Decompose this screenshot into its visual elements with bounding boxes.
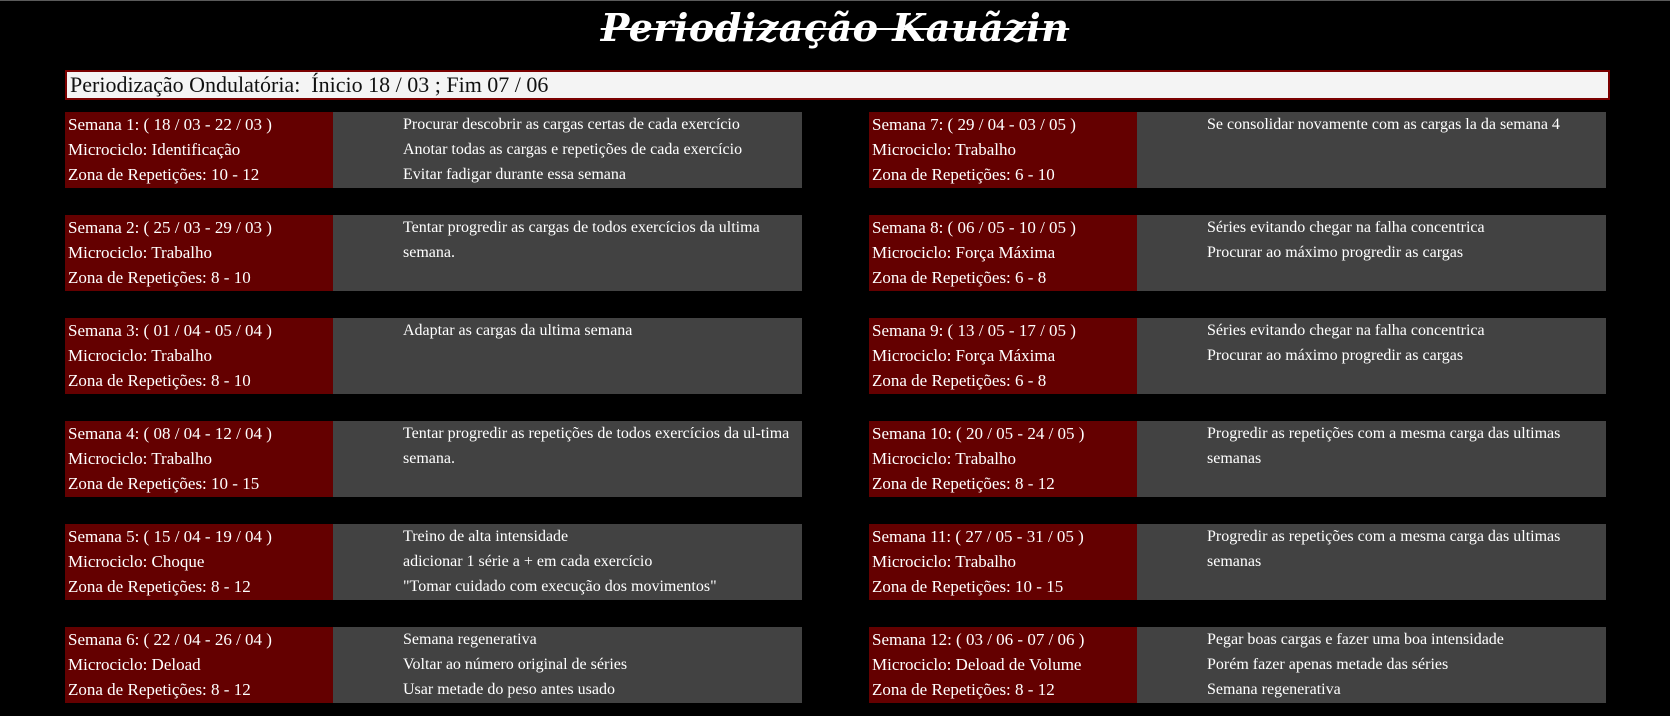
week-info: Semana 1: ( 18 / 03 - 22 / 03 ) Microcicl… [65, 112, 333, 188]
week-microcycle: Microciclo: Trabalho [68, 243, 213, 262]
week-notes: Semana regenerativa Voltar ao número orig… [333, 627, 802, 703]
top-border [0, 0, 1670, 1]
week-rep-zone: Zona de Repetições: 8 - 10 [68, 268, 251, 287]
week-notes: Treino de alta intensidade adicionar 1 sé… [333, 524, 802, 600]
week-info: Semana 7: ( 29 / 04 - 03 / 05 ) Microcicl… [869, 112, 1137, 188]
week-note: Voltar ao número original de séries [403, 656, 628, 673]
week-card-2: Semana 2: ( 25 / 03 - 29 / 03 ) Microcicl… [65, 215, 802, 291]
week-note: Usar metade do peso antes usado [403, 681, 615, 698]
week-microcycle: Microciclo: Trabalho [68, 346, 213, 365]
week-label: Semana 3: ( 01 / 04 - 05 / 04 ) [68, 321, 272, 340]
week-card-8: Semana 8: ( 06 / 05 - 10 / 05 ) Microcicl… [869, 215, 1606, 291]
week-info: Semana 12: ( 03 / 06 - 07 / 06 ) Microcic… [869, 627, 1137, 703]
week-label: Semana 1: ( 18 / 03 - 22 / 03 ) [68, 115, 272, 134]
week-card-7: Semana 7: ( 29 / 04 - 03 / 05 ) Microcicl… [869, 112, 1606, 188]
week-note: Procurar descobrir as cargas certas de c… [403, 116, 740, 133]
week-label: Semana 10: ( 20 / 05 - 24 / 05 ) [872, 424, 1085, 443]
week-card-3: Semana 3: ( 01 / 04 - 05 / 04 ) Microcicl… [65, 318, 802, 394]
week-rep-zone: Zona de Repetições: 8 - 10 [68, 371, 251, 390]
week-card-4: Semana 4: ( 08 / 04 - 12 / 04 ) Microcicl… [65, 421, 802, 497]
week-rep-zone: Zona de Repetições: 6 - 10 [872, 165, 1055, 184]
periodization-summary: Periodização Ondulatória: Ínicio 18 / 03… [65, 70, 1610, 100]
week-note: "Tomar cuidado com execução dos moviment… [403, 578, 717, 595]
week-info: Semana 6: ( 22 / 04 - 26 / 04 ) Microcicl… [65, 627, 333, 703]
week-notes: Procurar descobrir as cargas certas de c… [333, 112, 802, 188]
week-note: Evitar fadigar durante essa semana [403, 166, 627, 183]
week-notes: Pegar boas cargas e fazer uma boa intens… [1137, 627, 1606, 703]
week-info: Semana 11: ( 27 / 05 - 31 / 05 ) Microcic… [869, 524, 1137, 600]
week-card-1: Semana 1: ( 18 / 03 - 22 / 03 ) Microcicl… [65, 112, 802, 188]
week-notes: Tentar progredir as cargas de todos exer… [333, 215, 802, 291]
week-note: Semana regenerativa [403, 631, 537, 648]
week-rep-zone: Zona de Repetições: 8 - 12 [68, 577, 251, 596]
week-microcycle: Microciclo: Trabalho [872, 449, 1017, 468]
week-notes: Séries evitando chegar na falha concentr… [1137, 215, 1606, 291]
week-label: Semana 12: ( 03 / 06 - 07 / 06 ) [872, 630, 1085, 649]
week-note: Porém fazer apenas metade das séries [1207, 656, 1449, 673]
week-label: Semana 7: ( 29 / 04 - 03 / 05 ) [872, 115, 1076, 134]
week-card-5: Semana 5: ( 15 / 04 - 19 / 04 ) Microcicl… [65, 524, 802, 600]
week-microcycle: Microciclo: Deload de Volume [872, 655, 1082, 674]
week-rep-zone: Zona de Repetições: 8 - 12 [872, 474, 1055, 493]
week-microcycle: Microciclo: Trabalho [872, 552, 1017, 571]
week-rep-zone: Zona de Repetições: 8 - 12 [68, 680, 251, 699]
week-label: Semana 6: ( 22 / 04 - 26 / 04 ) [68, 630, 272, 649]
page-title: Periodização Kauãzin [600, 5, 1070, 50]
week-note: Tentar progredir as cargas de todos exer… [403, 219, 760, 261]
week-notes: Se consolidar novamente com as cargas la… [1137, 112, 1606, 188]
week-rep-zone: Zona de Repetições: 10 - 12 [68, 165, 260, 184]
week-note: Procurar ao máximo progredir as cargas [1207, 347, 1464, 364]
week-card-9: Semana 9: ( 13 / 05 - 17 / 05 ) Microcicl… [869, 318, 1606, 394]
week-info: Semana 8: ( 06 / 05 - 10 / 05 ) Microcicl… [869, 215, 1137, 291]
week-note: Treino de alta intensidade [403, 528, 569, 545]
week-rep-zone: Zona de Repetições: 6 - 8 [872, 371, 1047, 390]
week-note: Séries evitando chegar na falha concentr… [1207, 219, 1485, 236]
week-note: Procurar ao máximo progredir as cargas [1207, 244, 1464, 261]
week-microcycle: Microciclo: Trabalho [872, 140, 1017, 159]
week-rep-zone: Zona de Repetições: 10 - 15 [68, 474, 260, 493]
week-label: Semana 9: ( 13 / 05 - 17 / 05 ) [872, 321, 1076, 340]
week-info: Semana 10: ( 20 / 05 - 24 / 05 ) Microcic… [869, 421, 1137, 497]
week-card-10: Semana 10: ( 20 / 05 - 24 / 05 ) Microcic… [869, 421, 1606, 497]
week-notes: Progredir as repetições com a mesma carg… [1137, 421, 1606, 497]
week-note: Progredir as repetições com a mesma carg… [1207, 528, 1561, 570]
week-microcycle: Microciclo: Choque [68, 552, 205, 571]
week-rep-zone: Zona de Repetições: 6 - 8 [872, 268, 1047, 287]
week-notes: Adaptar as cargas da ultima semana [333, 318, 802, 394]
week-card-6: Semana 6: ( 22 / 04 - 26 / 04 ) Microcicl… [65, 627, 802, 703]
week-notes: Progredir as repetições com a mesma carg… [1137, 524, 1606, 600]
week-label: Semana 4: ( 08 / 04 - 12 / 04 ) [68, 424, 272, 443]
week-microcycle: Microciclo: Força Máxima [872, 243, 1056, 262]
week-rep-zone: Zona de Repetições: 8 - 12 [872, 680, 1055, 699]
week-info: Semana 9: ( 13 / 05 - 17 / 05 ) Microcicl… [869, 318, 1137, 394]
week-note: Séries evitando chegar na falha concentr… [1207, 322, 1485, 339]
week-microcycle: Microciclo: Força Máxima [872, 346, 1056, 365]
week-info: Semana 3: ( 01 / 04 - 05 / 04 ) Microcicl… [65, 318, 333, 394]
week-note: Progredir as repetições com a mesma carg… [1207, 425, 1561, 467]
week-note: Pegar boas cargas e fazer uma boa intens… [1207, 631, 1504, 648]
week-microcycle: Microciclo: Trabalho [68, 449, 213, 468]
week-rep-zone: Zona de Repetições: 10 - 15 [872, 577, 1064, 596]
week-note: adicionar 1 série a + em cada exercício [403, 553, 653, 570]
week-label: Semana 11: ( 27 / 05 - 31 / 05 ) [872, 527, 1084, 546]
week-notes: Tentar progredir as repetições de todos … [333, 421, 802, 497]
week-info: Semana 4: ( 08 / 04 - 12 / 04 ) Microcicl… [65, 421, 333, 497]
week-microcycle: Microciclo: Identificação [68, 140, 241, 159]
week-label: Semana 2: ( 25 / 03 - 29 / 03 ) [68, 218, 272, 237]
week-note: Semana regenerativa [1207, 681, 1341, 698]
week-note: Anotar todas as cargas e repetições de c… [403, 141, 743, 158]
week-notes: Séries evitando chegar na falha concentr… [1137, 318, 1606, 394]
week-note: Se consolidar novamente com as cargas la… [1207, 116, 1560, 133]
week-label: Semana 5: ( 15 / 04 - 19 / 04 ) [68, 527, 272, 546]
week-note: Tentar progredir as repetições de todos … [403, 425, 790, 467]
week-card-12: Semana 12: ( 03 / 06 - 07 / 06 ) Microcic… [869, 627, 1606, 703]
week-microcycle: Microciclo: Deload [68, 655, 201, 674]
week-card-11: Semana 11: ( 27 / 05 - 31 / 05 ) Microcic… [869, 524, 1606, 600]
week-label: Semana 8: ( 06 / 05 - 10 / 05 ) [872, 218, 1076, 237]
week-info: Semana 2: ( 25 / 03 - 29 / 03 ) Microcicl… [65, 215, 333, 291]
week-note: Adaptar as cargas da ultima semana [403, 322, 633, 339]
week-info: Semana 5: ( 15 / 04 - 19 / 04 ) Microcicl… [65, 524, 333, 600]
